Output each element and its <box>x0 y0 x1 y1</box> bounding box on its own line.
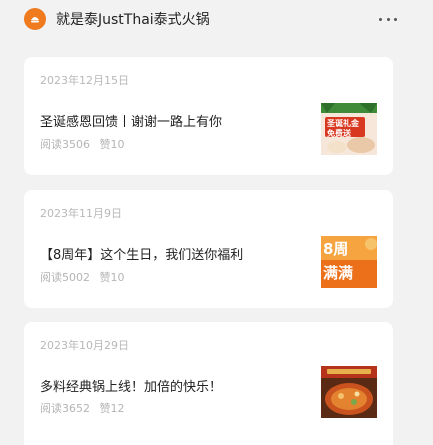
article-thumbnail[interactable] <box>321 366 377 418</box>
like-count: 赞10 <box>99 271 125 284</box>
article-thumbnail[interactable]: 8周 满满 <box>321 236 377 288</box>
article-card[interactable]: 2023年12月15日 圣诞感恩回馈丨谢谢一路上有你 阅读3506 赞10 圣诞… <box>24 57 393 175</box>
article-title[interactable]: 【8周年】这个生日，我们送你福利 <box>40 244 243 263</box>
account-avatar[interactable] <box>24 8 46 30</box>
article-stats: 阅读5002 赞10 <box>40 269 125 285</box>
more-options-icon[interactable] <box>379 10 397 28</box>
like-count: 赞10 <box>99 138 125 151</box>
article-stats: 阅读3506 赞10 <box>40 136 125 152</box>
article-title[interactable]: 多料经典锅上线！加倍的快乐！ <box>40 376 222 395</box>
article-title[interactable]: 圣诞感恩回馈丨谢谢一路上有你 <box>40 111 222 130</box>
account-name[interactable]: 就是泰JustThai泰式火锅 <box>56 9 210 29</box>
article-thumbnail[interactable]: 圣诞礼金 免费送 <box>321 103 377 155</box>
article-date: 2023年11月9日 <box>40 207 122 220</box>
account-header: 就是泰JustThai泰式火锅 <box>0 0 433 40</box>
logo-icon <box>31 17 39 23</box>
read-count: 阅读3652 <box>40 402 90 415</box>
thumbnail-text: 满满 <box>323 264 354 282</box>
article-date: 2023年10月29日 <box>40 339 129 352</box>
article-card[interactable]: 2023年10月29日 多料经典锅上线！加倍的快乐！ 阅读3652 赞12 <box>24 322 393 445</box>
like-count: 赞12 <box>99 402 125 415</box>
article-card[interactable]: 2023年11月9日 【8周年】这个生日，我们送你福利 阅读5002 赞10 8… <box>24 190 393 308</box>
read-count: 阅读5002 <box>40 271 90 284</box>
read-count: 阅读3506 <box>40 138 90 151</box>
thumbnail-text: 8周 <box>323 240 349 258</box>
thumbnail-text: 免费送 <box>327 129 351 138</box>
article-date: 2023年12月15日 <box>40 74 129 87</box>
article-stats: 阅读3652 赞12 <box>40 400 125 416</box>
